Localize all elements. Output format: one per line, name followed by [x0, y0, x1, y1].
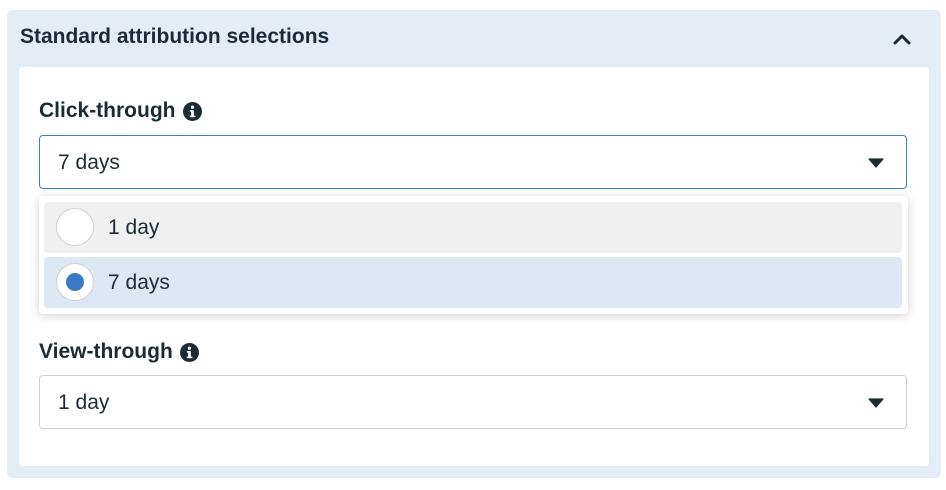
option-1-day[interactable]: 1 day — [44, 202, 902, 253]
view-through-label: View-through — [39, 340, 199, 364]
click-through-dropdown-menu: 1 day 7 days — [39, 196, 908, 314]
radio-dot — [66, 273, 84, 291]
click-through-label: Click-through — [39, 99, 202, 123]
view-through-select[interactable]: 1 day — [39, 375, 907, 429]
collapse-button[interactable] — [887, 26, 917, 52]
click-through-value: 7 days — [58, 151, 120, 174]
view-through-label-text: View-through — [39, 340, 173, 363]
info-icon[interactable] — [182, 101, 202, 121]
panel-header: Standard attribution selections — [7, 10, 941, 66]
radio-selected[interactable] — [56, 263, 94, 301]
radio-unselected[interactable] — [56, 208, 94, 246]
info-icon[interactable] — [179, 342, 199, 362]
caret-down-icon — [868, 158, 884, 168]
option-label: 7 days — [108, 271, 170, 294]
caret-down-icon — [868, 398, 884, 408]
click-through-label-text: Click-through — [39, 99, 176, 122]
chevron-up-icon — [893, 34, 911, 45]
option-7-days[interactable]: 7 days — [44, 257, 902, 308]
panel-title: Standard attribution selections — [20, 25, 330, 48]
view-through-value: 1 day — [58, 391, 110, 414]
option-label: 1 day — [108, 216, 160, 239]
click-through-select[interactable]: 7 days — [39, 135, 907, 189]
